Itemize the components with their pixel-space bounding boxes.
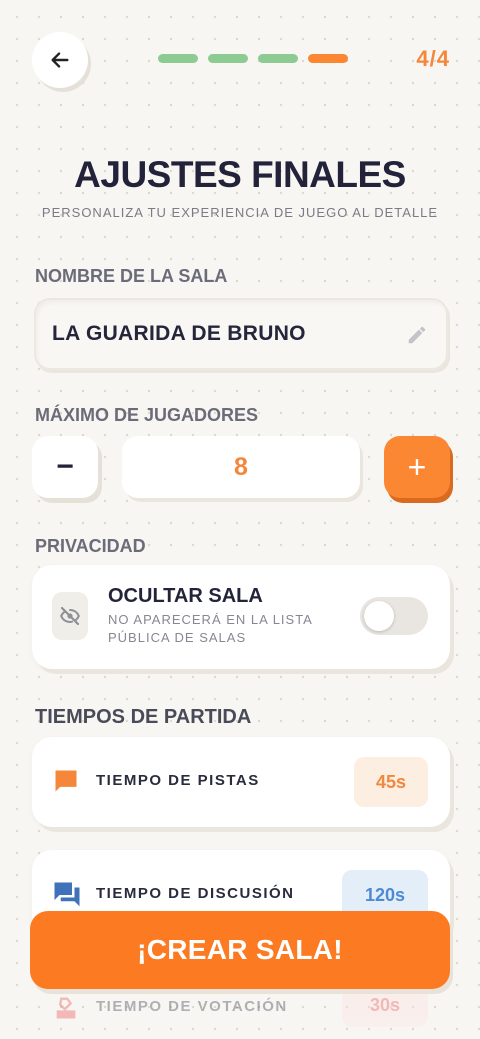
ballot-icon bbox=[56, 997, 76, 1019]
arrow-left-icon bbox=[51, 52, 69, 68]
times-label: TIEMPOS DE PARTIDA bbox=[35, 706, 252, 728]
time-label: TIEMPO DE DISCUSIÓN bbox=[96, 885, 295, 902]
room-name-input[interactable]: LA GUARIDA DE BRUNO bbox=[34, 298, 448, 370]
page-title: AJUSTES FINALES bbox=[74, 154, 406, 195]
create-room-button[interactable]: ¡CREAR SALA! bbox=[30, 911, 450, 989]
hide-room-toggle[interactable] bbox=[360, 597, 428, 635]
page-subtitle: PERSONALIZA TU EXPERIENCIA DE JUEGO AL D… bbox=[41, 205, 439, 220]
progress-segment-1 bbox=[158, 54, 198, 63]
privacy-label: PRIVACIDAD bbox=[35, 536, 146, 556]
privacy-card: OCULTAR SALA NO APARECERÁ EN LA LISTA PÚ… bbox=[32, 565, 450, 669]
pencil-icon bbox=[408, 326, 426, 344]
room-name-label: NOMBRE DE LA SALA bbox=[35, 266, 228, 286]
time-value-badge[interactable]: 30s bbox=[342, 983, 428, 1027]
hide-room-title: OCULTAR SALA bbox=[108, 585, 263, 607]
time-label: TIEMPO DE PISTAS bbox=[96, 772, 260, 789]
chat-bubble-icon bbox=[55, 770, 77, 792]
toggle-knob bbox=[364, 601, 394, 631]
max-players-label: MÁXIMO DE JUGADORES bbox=[35, 405, 259, 425]
minus-icon: − bbox=[56, 450, 74, 483]
room-name-value: LA GUARIDA DE BRUNO bbox=[52, 322, 306, 345]
progress-segment-2 bbox=[208, 54, 248, 63]
players-count: 8 bbox=[122, 436, 360, 498]
forum-icon bbox=[54, 882, 80, 907]
step-counter: 4/4 bbox=[416, 46, 450, 71]
plus-icon: + bbox=[407, 449, 427, 485]
progress-bar bbox=[158, 54, 348, 63]
increase-players-button[interactable]: + bbox=[384, 436, 450, 498]
back-button[interactable] bbox=[32, 32, 88, 88]
progress-segment-4 bbox=[308, 54, 348, 63]
decrease-players-button[interactable]: − bbox=[32, 436, 98, 498]
hide-room-description: NO APARECERÁ EN LA LISTA PÚBLICA DE SALA… bbox=[108, 612, 313, 645]
progress-segment-3 bbox=[258, 54, 298, 63]
eye-off-icon-box bbox=[52, 592, 88, 640]
time-label: TIEMPO DE VOTACIÓN bbox=[96, 998, 288, 1015]
eye-off-icon bbox=[60, 606, 80, 626]
time-card-pistas[interactable]: TIEMPO DE PISTAS 45s bbox=[32, 737, 450, 827]
time-value-badge[interactable]: 45s bbox=[354, 757, 428, 807]
